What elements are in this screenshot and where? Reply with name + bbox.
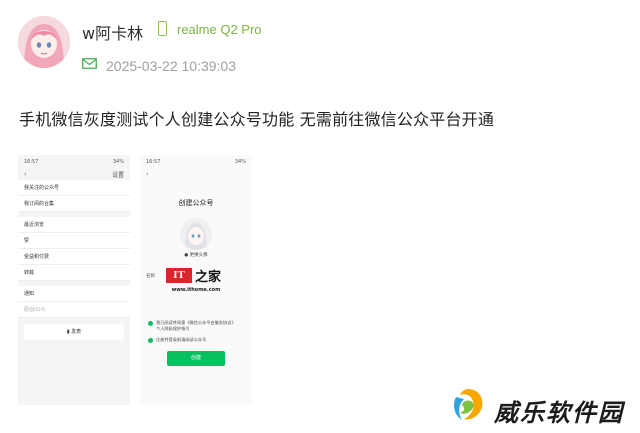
screenshot-left[interactable]: 16:57 34% ‹ 设置 我关注的公众号 我订阅的合集 最近浏览 赞 受益和…: [18, 155, 130, 405]
nav-bar: ‹: [140, 168, 252, 180]
menu-row: 原创/公众: [18, 302, 130, 318]
status-time: 16:57: [24, 158, 39, 165]
name-row: 名称 IT 之家: [140, 266, 252, 285]
status-time: 16:57: [146, 158, 161, 165]
change-avatar-label: 更换头像: [189, 253, 208, 258]
menu-row: 我订阅的合集: [18, 196, 130, 212]
timestamp: 2025-03-22 10:39:03: [106, 58, 236, 74]
settings-link: 设置: [111, 171, 124, 179]
agreement-line-2: 个人隐私保护指引: [156, 326, 190, 331]
menu-row: 受益和付费: [18, 249, 130, 265]
phone-icon: [158, 21, 167, 36]
status-battery: 34%: [234, 158, 246, 165]
device-label: realme Q2 Pro: [177, 22, 262, 37]
notice-line: 注册并登录前请阅读公众号: [156, 337, 207, 342]
agreement-line-1: 我已阅读并同意《微信公众平台服务协议》: [156, 320, 236, 325]
back-icon: ‹: [24, 170, 27, 178]
name-label: 名称: [146, 273, 155, 279]
watermark-text: 威乐软件园: [494, 398, 624, 427]
back-icon: ‹: [146, 170, 149, 178]
avatar[interactable]: [18, 16, 70, 68]
ithome-logo-zh: 之家: [195, 270, 222, 285]
menu-row: 通知: [18, 286, 130, 302]
menu-row: 转载: [18, 265, 130, 281]
anime-avatar-image: [180, 218, 212, 250]
username[interactable]: w阿卡林: [82, 20, 143, 44]
notice-check: 注册并登录前请阅读公众号: [140, 337, 252, 343]
create-button: 创建: [167, 351, 225, 366]
check-icon: [148, 320, 153, 326]
avatar-image: [18, 16, 70, 68]
ithome-logo-it: IT: [166, 268, 192, 283]
menu-row: 赞: [18, 233, 130, 249]
publish-button: ▮ 发表: [24, 324, 124, 340]
status-battery: 34%: [112, 158, 124, 165]
check-icon: [148, 337, 153, 343]
screenshot-right[interactable]: 16:57 34% ‹ 创建公众号 ● 更换头像 名称 IT 之家 www.it…: [140, 155, 252, 405]
change-avatar: ● 更换头像: [140, 252, 252, 258]
publish-label: 发表: [71, 329, 82, 335]
status-bar: 16:57 34%: [140, 155, 252, 168]
post-text: 手机微信灰度测试个人创建公众号功能 无需前往微信公众平台开通: [19, 110, 495, 129]
watermark-logo-icon: [454, 389, 483, 420]
nav-bar: ‹ 设置: [18, 168, 130, 180]
account-avatar: [180, 218, 212, 250]
menu-row: 我关注的公众号: [18, 180, 130, 196]
menu-row: 最近浏览: [18, 217, 130, 233]
agreement-check: 我已阅读并同意《微信公众平台服务协议》 个人隐私保护指引: [140, 320, 252, 332]
status-bar: 16:57 34%: [18, 155, 130, 168]
create-title: 创建公众号: [178, 199, 214, 207]
message-icon: [82, 58, 97, 69]
